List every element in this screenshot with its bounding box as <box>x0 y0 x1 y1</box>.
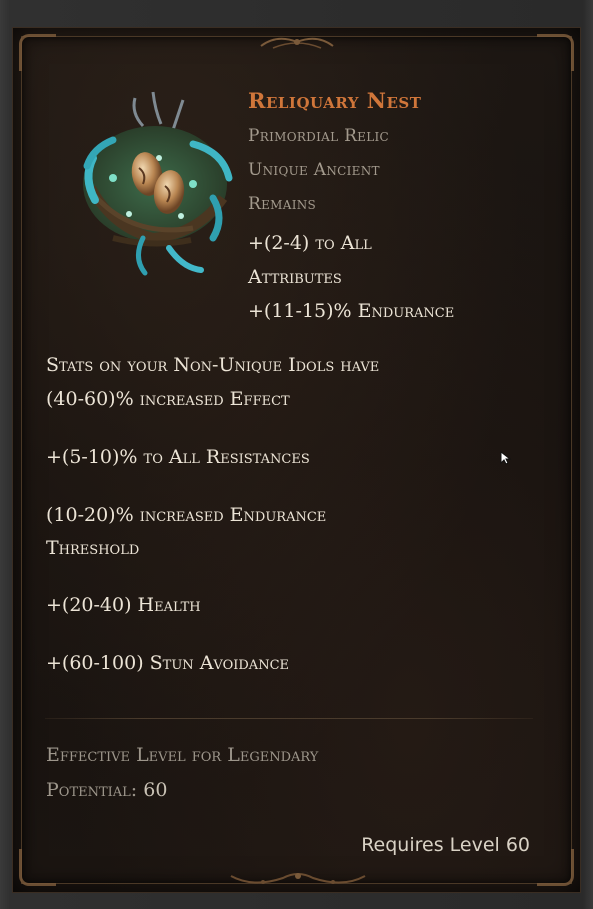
implicit-line-1: +(2-4) to All <box>248 232 372 254</box>
mod-line-4: (10-20)% increased Endurance <box>46 504 327 526</box>
frame-corner-top-right <box>537 34 574 71</box>
implicit-line-2: Attributes <box>248 266 342 288</box>
item-type-line-2: Unique Ancient <box>248 160 380 180</box>
screen-background: Reliquary Nest Primordial Relic Unique A… <box>0 0 593 909</box>
top-ornament-icon <box>260 37 334 49</box>
mouse-cursor-icon <box>500 451 512 465</box>
mod-line-7: +(60-100) Stun Avoidance <box>46 652 290 674</box>
requires-level: Requires Level 60 <box>361 834 530 856</box>
mod-line-5: Threshold <box>46 537 140 559</box>
effective-level-line-2: Potential: 60 <box>46 779 167 801</box>
item-type-line-3: Remains <box>248 194 317 214</box>
reliquary-nest-icon[interactable] <box>73 88 243 283</box>
mod-line-6: +(20-40) Health <box>46 594 201 616</box>
item-tooltip: Reliquary Nest Primordial Relic Unique A… <box>12 27 581 893</box>
frame-corner-top-left <box>19 34 56 71</box>
potential-label: Potential: <box>46 779 138 801</box>
mod-line-3: +(5-10)% to All Resistances <box>46 446 310 468</box>
item-type-line-1: Primordial Relic <box>248 126 390 146</box>
mod-line-2: (40-60)% increased Effect <box>46 388 290 410</box>
section-divider <box>45 718 533 719</box>
effective-level-value: 60 <box>143 779 168 801</box>
implicit-line-3: +(11-15)% Endurance <box>248 300 455 322</box>
frame-corner-bottom-left <box>19 849 56 886</box>
item-name: Reliquary Nest <box>248 88 422 113</box>
frame-corner-bottom-right <box>537 849 574 886</box>
mod-line-1: Stats on your Non-Unique Idols have <box>46 354 380 376</box>
bottom-ornament-icon <box>230 873 366 884</box>
effective-level-label: Effective Level for Legendary <box>46 744 319 766</box>
